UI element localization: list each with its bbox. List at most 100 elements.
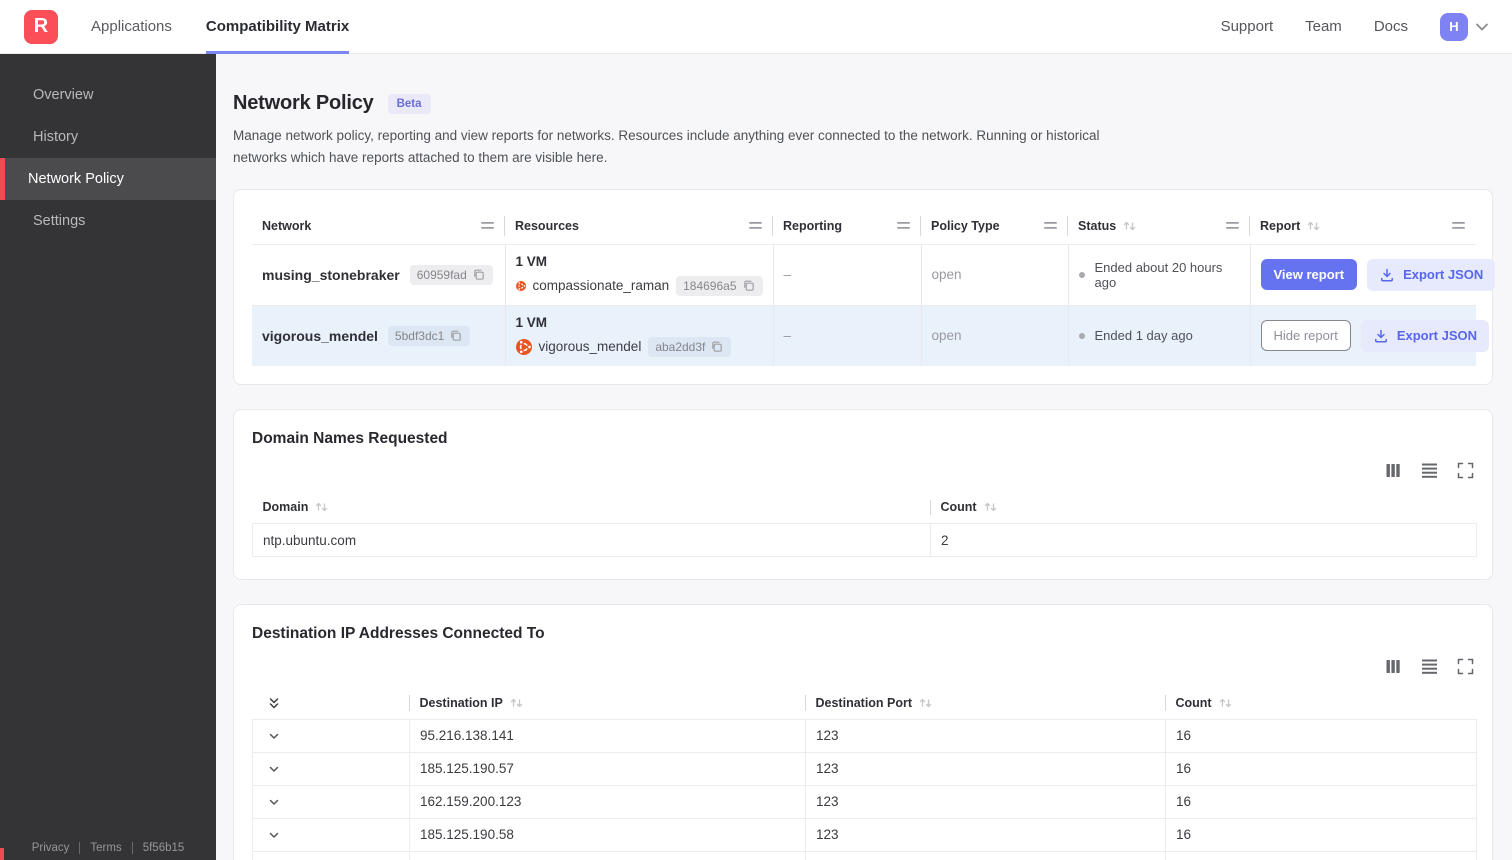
col-header-resources[interactable]: Resources	[505, 208, 773, 244]
reporting-value: –	[783, 266, 792, 282]
destination-row: 185.125.190.57 123 16	[252, 751, 1477, 786]
count-value: 16	[1165, 718, 1477, 753]
col-header-policy-type[interactable]: Policy Type	[921, 208, 1068, 244]
status-dot	[1078, 332, 1085, 339]
view-report-button[interactable]: View report	[1260, 259, 1358, 291]
download-icon	[1374, 329, 1387, 343]
nav-link-support[interactable]: Support	[1221, 18, 1274, 35]
page-description: Manage network policy, reporting and vie…	[233, 128, 1100, 165]
domain-table: Domain Count ntp.ubuntu.com 2	[252, 492, 1477, 558]
column-menu-icon[interactable]	[1043, 218, 1058, 233]
nav-link-team[interactable]: Team	[1305, 18, 1342, 35]
expand-row-icon[interactable]	[267, 729, 399, 743]
sort-icon[interactable]	[1122, 219, 1136, 233]
ubuntu-icon	[515, 338, 532, 355]
vm-name: compassionate_raman	[532, 278, 670, 294]
col-header-network[interactable]: Network	[252, 208, 505, 244]
nav-link-docs[interactable]: Docs	[1374, 18, 1408, 35]
copy-icon[interactable]	[472, 268, 486, 282]
col-label: Destination Port	[815, 695, 913, 710]
column-menu-icon[interactable]	[480, 218, 495, 233]
column-menu-icon[interactable]	[1451, 218, 1466, 233]
network-id: 5bdf3dc1	[394, 328, 445, 343]
networks-card: Network Resources Reporting Policy Type …	[233, 189, 1496, 385]
col-label: Reporting	[783, 218, 843, 233]
col-header-status[interactable]: Status	[1068, 208, 1250, 244]
density-icon[interactable]	[1421, 658, 1438, 675]
top-nav: R Applications Compatibility Matrix Supp…	[0, 0, 1512, 54]
sidebar-item-settings[interactable]: Settings	[0, 200, 216, 242]
col-label: Resources	[515, 218, 579, 233]
privacy-link[interactable]: Privacy	[32, 842, 70, 854]
user-avatar[interactable]: H	[1440, 12, 1468, 41]
col-header-count[interactable]: Count	[1166, 687, 1477, 719]
expand-row-icon[interactable]	[267, 828, 399, 842]
count-value: 2	[930, 523, 1477, 558]
logo-letter: R	[33, 15, 49, 37]
sort-icon[interactable]	[509, 696, 523, 710]
destination-row: 95.216.100.21 123 16	[252, 850, 1477, 860]
col-header-expand-all[interactable]	[253, 687, 410, 719]
destination-ip: 95.216.100.21	[409, 850, 806, 860]
export-json-button[interactable]: Export JSON	[1367, 258, 1496, 291]
count-value: 16	[1165, 850, 1477, 860]
double-chevron-down-icon[interactable]	[267, 696, 400, 710]
sort-icon[interactable]	[918, 696, 932, 710]
status-text: Ended 1 day ago	[1094, 328, 1193, 344]
column-menu-icon[interactable]	[748, 218, 763, 233]
domain-value: ntp.ubuntu.com	[252, 523, 931, 558]
reporting-value: –	[783, 327, 792, 343]
copy-icon[interactable]	[742, 279, 756, 293]
vm-id-badge: aba2dd3f	[648, 336, 732, 357]
column-menu-icon[interactable]	[896, 218, 911, 233]
network-id-badge: 60959fad	[409, 264, 493, 285]
columns-icon[interactable]	[1385, 462, 1402, 479]
expand-row-icon[interactable]	[267, 762, 399, 776]
expand-row-icon[interactable]	[267, 795, 399, 809]
col-label: Report	[1260, 218, 1301, 233]
sidebar-item-overview[interactable]: Overview	[0, 74, 216, 116]
col-label: Status	[1078, 218, 1117, 233]
sort-icon[interactable]	[983, 500, 997, 514]
hide-report-button[interactable]: Hide report	[1260, 320, 1351, 352]
fullscreen-icon[interactable]	[1457, 658, 1474, 675]
sort-icon[interactable]	[1306, 219, 1320, 233]
columns-icon[interactable]	[1385, 658, 1402, 675]
table-toolbar	[252, 462, 1474, 480]
col-label: Network	[262, 218, 312, 233]
copy-icon[interactable]	[449, 329, 463, 343]
sort-icon[interactable]	[1218, 696, 1232, 710]
density-icon[interactable]	[1421, 462, 1438, 479]
status-text: Ended about 20 hours ago	[1094, 259, 1223, 290]
terms-link[interactable]: Terms	[90, 842, 121, 854]
main-content: Network Policy Beta Manage network polic…	[216, 54, 1512, 860]
download-icon	[1381, 268, 1394, 282]
vm-count: 1 VM	[515, 314, 548, 330]
tab-applications[interactable]: Applications	[91, 0, 172, 54]
export-json-button[interactable]: Export JSON	[1360, 319, 1489, 352]
col-header-domain[interactable]: Domain	[253, 492, 931, 524]
col-header-destination-port[interactable]: Destination Port	[806, 687, 1166, 719]
col-header-report[interactable]: Report	[1250, 208, 1476, 244]
count-value: 16	[1165, 784, 1477, 819]
table-toolbar	[252, 657, 1474, 675]
chevron-down-icon[interactable]	[1474, 19, 1490, 35]
network-id-badge: 5bdf3dc1	[387, 325, 471, 346]
tab-compatibility-matrix[interactable]: Compatibility Matrix	[205, 0, 350, 54]
destination-port: 123	[805, 850, 1166, 860]
sidebar-item-network-policy[interactable]: Network Policy	[0, 158, 216, 200]
col-header-count[interactable]: Count	[931, 492, 1477, 524]
network-name: musing_stonebraker	[262, 266, 400, 283]
col-header-destination-ip[interactable]: Destination IP	[410, 687, 806, 719]
export-json-label: Export JSON	[1403, 267, 1484, 283]
app-logo[interactable]: R	[24, 9, 58, 44]
domain-names-card: Domain Names Requested Domain Count ntp.…	[233, 408, 1493, 581]
column-menu-icon[interactable]	[1225, 218, 1240, 233]
col-header-reporting[interactable]: Reporting	[773, 208, 921, 244]
fullscreen-icon[interactable]	[1457, 462, 1474, 479]
top-nav-right: Support Team Docs H	[1221, 12, 1512, 41]
sort-icon[interactable]	[314, 500, 328, 514]
copy-icon[interactable]	[710, 340, 724, 354]
sidebar-item-history[interactable]: History	[0, 116, 216, 158]
ubuntu-icon	[515, 280, 526, 292]
